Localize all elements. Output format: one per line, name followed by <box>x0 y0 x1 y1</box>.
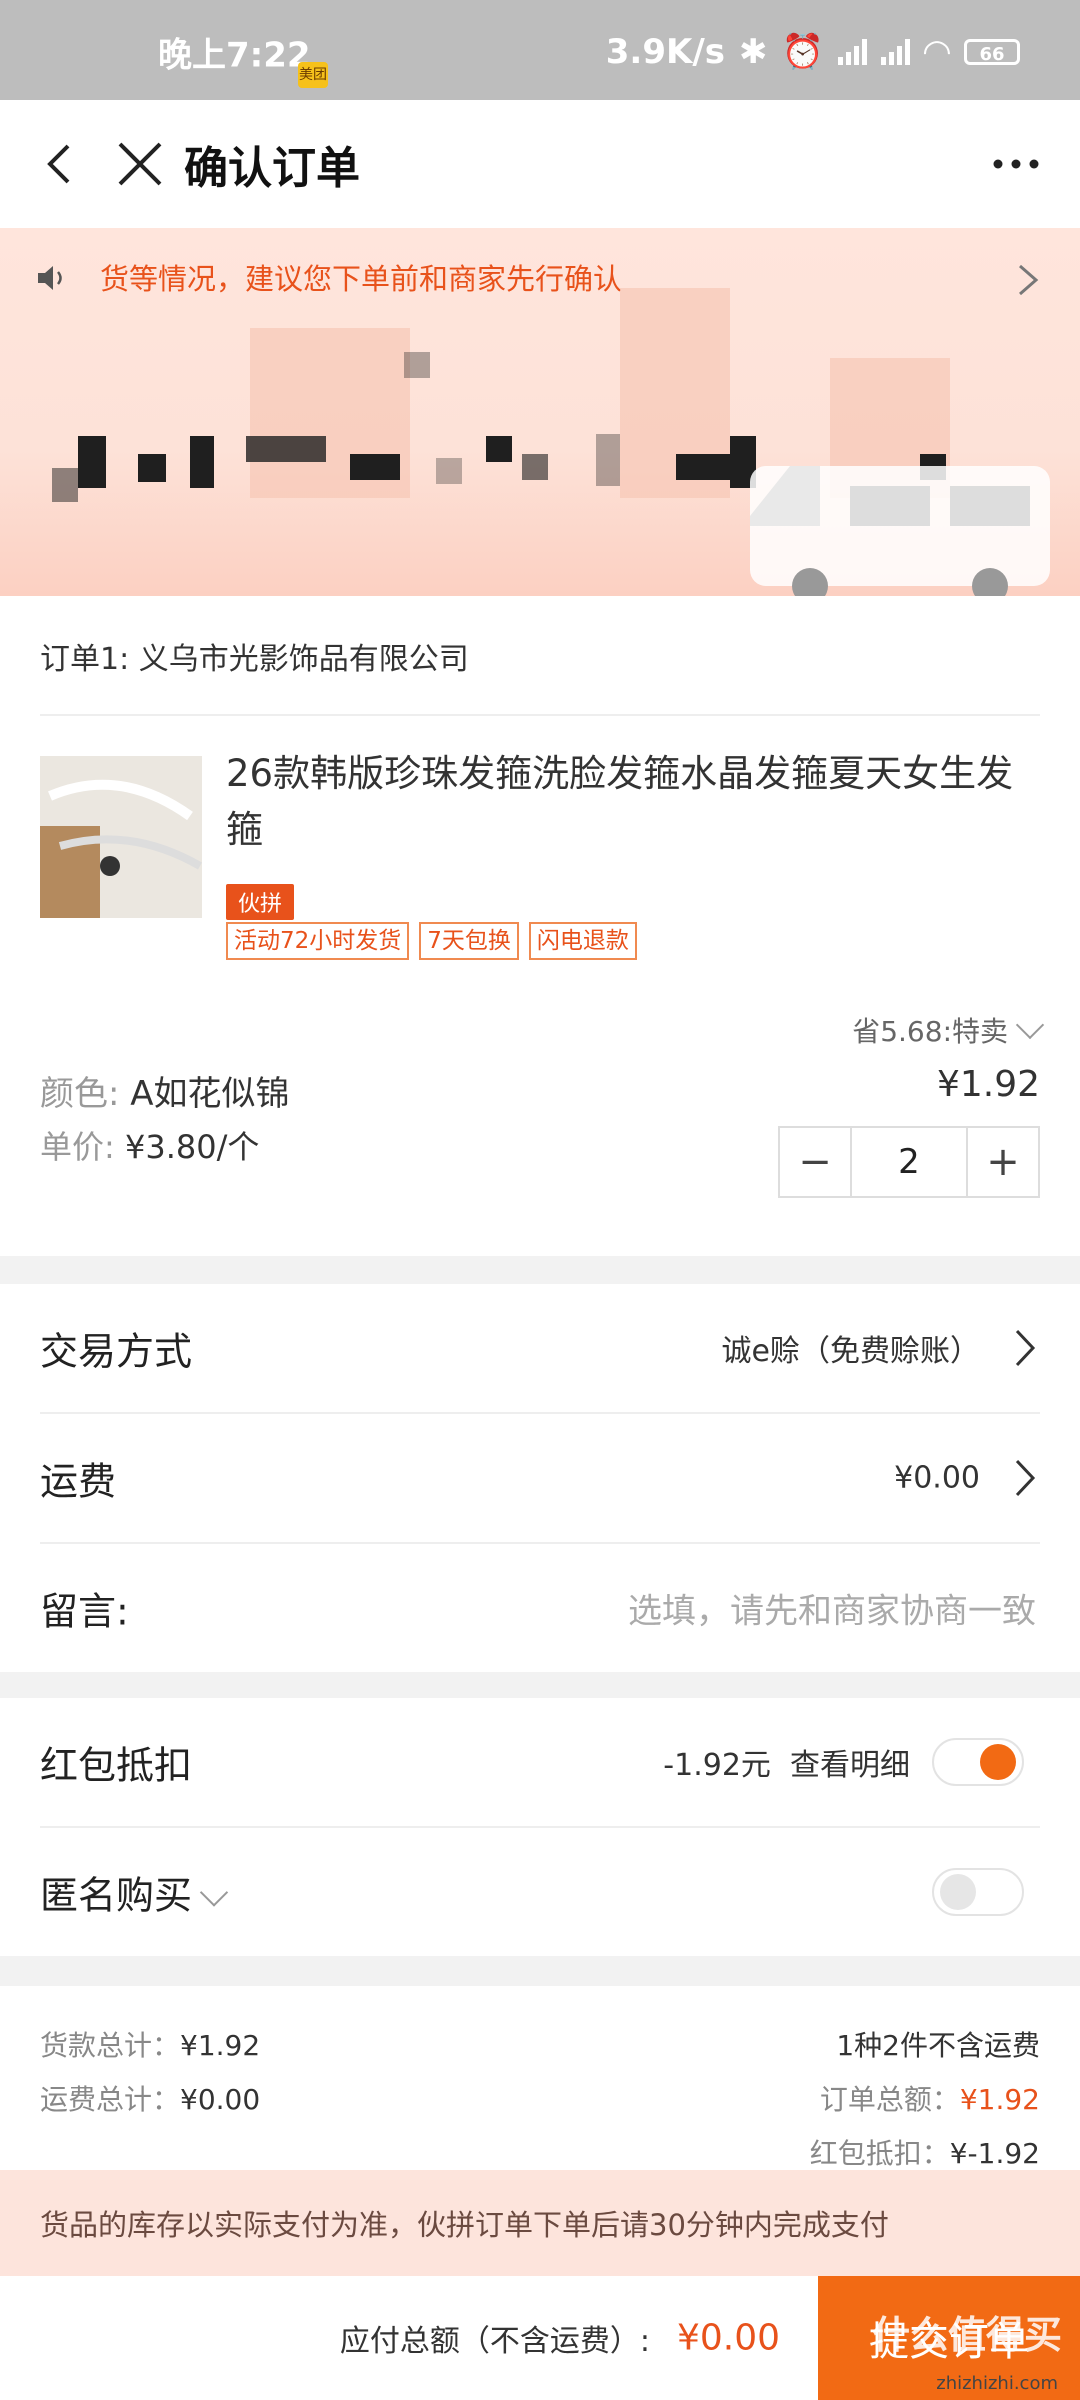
redpacket-label: 红包抵扣 <box>40 1743 193 1788</box>
network-speed: 3.9K/s <box>605 32 725 72</box>
decrement-button[interactable]: − <box>780 1128 850 1196</box>
trade-method-row[interactable]: 交易方式 诚e赊（免费赊账） <box>0 1284 1080 1412</box>
trade-options: 交易方式 诚e赊（免费赊账） 运费 ¥0.00 留言: 选填，请先和商家协商一致 <box>0 1284 1080 1672</box>
speaker-icon <box>38 266 62 290</box>
chevron-right-icon <box>1019 264 1039 296</box>
alarm-icon: ⏰ <box>781 32 824 72</box>
increment-button[interactable]: + <box>968 1128 1038 1196</box>
pay-label: 应付总额（不含运费）: <box>339 2324 650 2359</box>
anonymous-text: 匿名购买 <box>40 1873 193 1918</box>
service-tag: 7天包换 <box>419 922 519 960</box>
service-tag: 活动72小时发货 <box>226 922 410 960</box>
order-summary: 货款总计：¥1.92 运费总计：¥0.00 1种2件不含运费 订单总额：¥1.9… <box>0 1986 1080 2170</box>
chevron-down-icon <box>199 1878 229 1907</box>
battery-icon: 66 <box>964 39 1020 65</box>
service-tag: 闪电退款 <box>528 922 637 960</box>
order-total: 订单总额：¥1.92 <box>820 2078 1040 2118</box>
page-title: 确认订单 <box>184 143 360 194</box>
message-row: 留言: 选填，请先和商家协商一致 <box>0 1544 1080 1672</box>
redpacket-deduction-label: 红包抵扣： <box>809 2137 950 2170</box>
item-price: ¥1.92 <box>936 1064 1040 1105</box>
close-icon[interactable] <box>114 138 166 190</box>
chevron-down-icon <box>1015 1010 1045 1040</box>
product-title[interactable]: 26款韩版珍珠发箍洗脸发箍水晶发箍夏天女生发箍 <box>226 746 1026 858</box>
freight-total-label: 运费总计： <box>40 2083 181 2116</box>
anonymous-toggle[interactable] <box>932 1868 1024 1916</box>
signal-icon-2 <box>880 39 910 65</box>
freight-total: 运费总计：¥0.00 <box>40 2078 260 2118</box>
goods-total: 货款总计：¥1.92 <box>40 2024 260 2064</box>
watermark-logo: 什么值得买 <box>871 2313 1062 2357</box>
signal-icon <box>837 39 867 65</box>
goods-total-label: 货款总计： <box>40 2029 181 2062</box>
address-banner[interactable]: 货等情况，建议您下单前和商家先行确认 <box>0 228 1080 596</box>
notice-bar[interactable]: 货等情况，建议您下单前和商家先行确认 <box>0 228 1080 326</box>
view-detail-link[interactable]: 查看明细 <box>790 1748 910 1783</box>
chevron-right-icon <box>1015 1459 1036 1497</box>
color-label: 颜色: <box>40 1074 120 1114</box>
more-icon[interactable] <box>992 158 1040 170</box>
redpacket-deduction-value: ¥-1.92 <box>949 2137 1040 2170</box>
redpacket-row: 红包抵扣 -1.92元 查看明细 <box>0 1698 1080 1826</box>
quantity-stepper: − 2 + <box>778 1126 1040 1198</box>
unit-label: 单价: <box>40 1128 115 1166</box>
back-arrow-icon[interactable] <box>36 140 84 188</box>
discount-text: 省5.68:特卖 <box>852 1015 1008 1048</box>
product-image[interactable] <box>40 756 202 918</box>
status-bar: 晚上7:22 美团 3.9K/s ✱ ⏰ ◠ 66 <box>0 0 1080 100</box>
shipping-value: ¥0.00 <box>894 1460 980 1496</box>
order-total-label: 订单总额： <box>819 2083 960 2116</box>
status-time: 晚上7:22 <box>158 35 311 76</box>
redpacket-value: -1.92元 查看明细 <box>663 1740 910 1784</box>
trade-method-label: 交易方式 <box>40 1329 193 1374</box>
van-icon <box>750 466 1050 596</box>
redpacket-toggle[interactable] <box>932 1738 1024 1786</box>
product-image-art <box>40 756 202 918</box>
payment-options: 红包抵扣 -1.92元 查看明细 匿名购买 <box>0 1698 1080 1956</box>
trade-method-value: 诚e赊（免费赊账） <box>721 1334 980 1369</box>
shipping-label: 运费 <box>40 1459 117 1504</box>
bluetooth-icon: ✱ <box>739 32 768 72</box>
color-spec: 颜色: A如花似锦 <box>40 1066 290 1115</box>
message-label: 留言: <box>40 1589 129 1634</box>
service-tags: 活动72小时发货 7天包换 闪电退款 <box>226 922 637 960</box>
shipping-row[interactable]: 运费 ¥0.00 <box>0 1414 1080 1542</box>
toggle-knob <box>980 1744 1016 1780</box>
quantity-input[interactable]: 2 <box>850 1128 968 1196</box>
checkout-bar: 应付总额（不含运费）: ¥0.00 提交订单 什么值得买 zhizhizhi.c… <box>0 2276 1080 2400</box>
app-badge: 美团 <box>298 62 328 88</box>
message-input[interactable]: 选填，请先和商家协商一致 <box>628 1584 1036 1633</box>
discount-selector[interactable]: 省5.68:特卖 <box>852 1010 1045 1050</box>
notice-text: 货等情况，建议您下单前和商家先行确认 <box>100 262 623 296</box>
wifi-icon: ◠ <box>923 32 950 72</box>
divider <box>40 714 1040 716</box>
color-value: A如花似锦 <box>130 1074 290 1114</box>
redpacket-amount: -1.92元 <box>663 1748 771 1783</box>
unit-price: 单价: ¥3.80/个 <box>40 1122 259 1168</box>
watermark-url: zhizhizhi.com <box>936 2373 1058 2394</box>
status-icons: 3.9K/s ✱ ⏰ ◠ 66 <box>606 32 1020 72</box>
goods-total-value: ¥1.92 <box>180 2029 261 2062</box>
stock-notice-text: 货品的库存以实际支付为准，伙拼订单下单后请30分钟内完成支付 <box>40 2208 889 2242</box>
order-total-value: ¥1.92 <box>959 2083 1040 2116</box>
pay-amount: ¥0.00 <box>676 2317 780 2359</box>
anonymous-row: 匿名购买 <box>0 1828 1080 1956</box>
item-count: 1种2件不含运费 <box>836 2029 1040 2062</box>
order-card: 订单1: 义乌市光影饰品有限公司 26款韩版珍珠发箍洗脸发箍水晶发箍夏天女生发箍… <box>0 596 1080 1256</box>
redpacket-deduction: 红包抵扣：¥-1.92 <box>810 2132 1040 2172</box>
freight-total-value: ¥0.00 <box>180 2083 261 2116</box>
anonymous-label[interactable]: 匿名购买 <box>40 1865 229 1920</box>
header-bar: 确认订单 <box>0 100 1080 228</box>
chevron-right-icon <box>1015 1329 1036 1367</box>
group-buy-badge: 伙拼 <box>226 884 295 920</box>
stock-notice: 货品的库存以实际支付为准，伙拼订单下单后请30分钟内完成支付 <box>0 2170 1080 2276</box>
toggle-knob <box>940 1874 976 1910</box>
shop-name[interactable]: 订单1: 义乌市光影饰品有限公司 <box>40 634 469 678</box>
unit-value: ¥3.80/个 <box>124 1128 260 1166</box>
